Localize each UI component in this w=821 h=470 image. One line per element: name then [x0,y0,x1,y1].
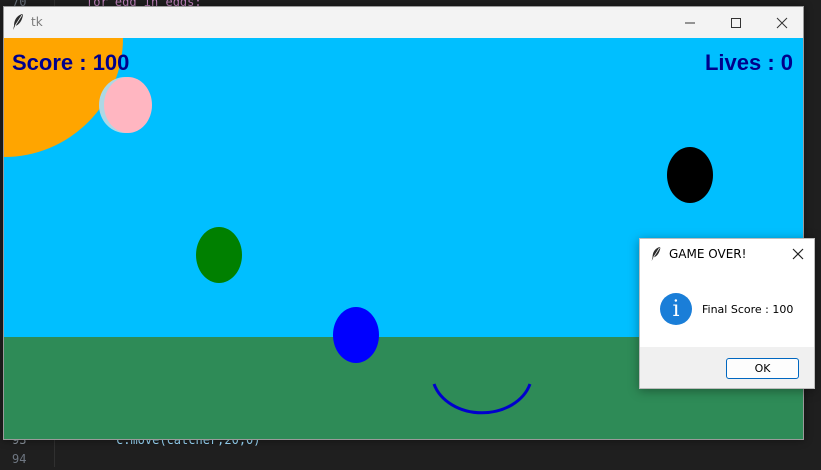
minimize-button[interactable] [667,7,713,38]
dialog-title: GAME OVER! [669,247,747,261]
dialog-titlebar[interactable]: GAME OVER! [640,239,814,269]
window-title: tk [31,15,43,29]
minimize-icon [685,22,695,23]
feather-icon [10,13,26,31]
close-icon [776,17,788,28]
close-icon [792,248,804,260]
egg [104,77,152,133]
game-over-dialog: GAME OVER! i Final Score : 100 OK [639,238,815,389]
close-button[interactable] [759,7,805,38]
info-icon: i [660,293,692,325]
maximize-button[interactable] [713,7,759,38]
lives-label: Lives : 0 [704,50,793,75]
window-titlebar[interactable]: tk [4,7,803,38]
egg [333,307,379,363]
ok-button[interactable]: OK [726,358,799,379]
line-number: 94 [12,452,27,466]
feather-icon [649,246,663,262]
dialog-message: Final Score : 100 [702,303,794,316]
dialog-close-button[interactable] [788,244,808,264]
egg [667,147,713,203]
egg [196,227,242,283]
dialog-footer: OK [640,347,814,388]
code-line: 94 [0,452,821,470]
maximize-icon [731,17,741,28]
score-label: Score : 100 [12,50,130,75]
